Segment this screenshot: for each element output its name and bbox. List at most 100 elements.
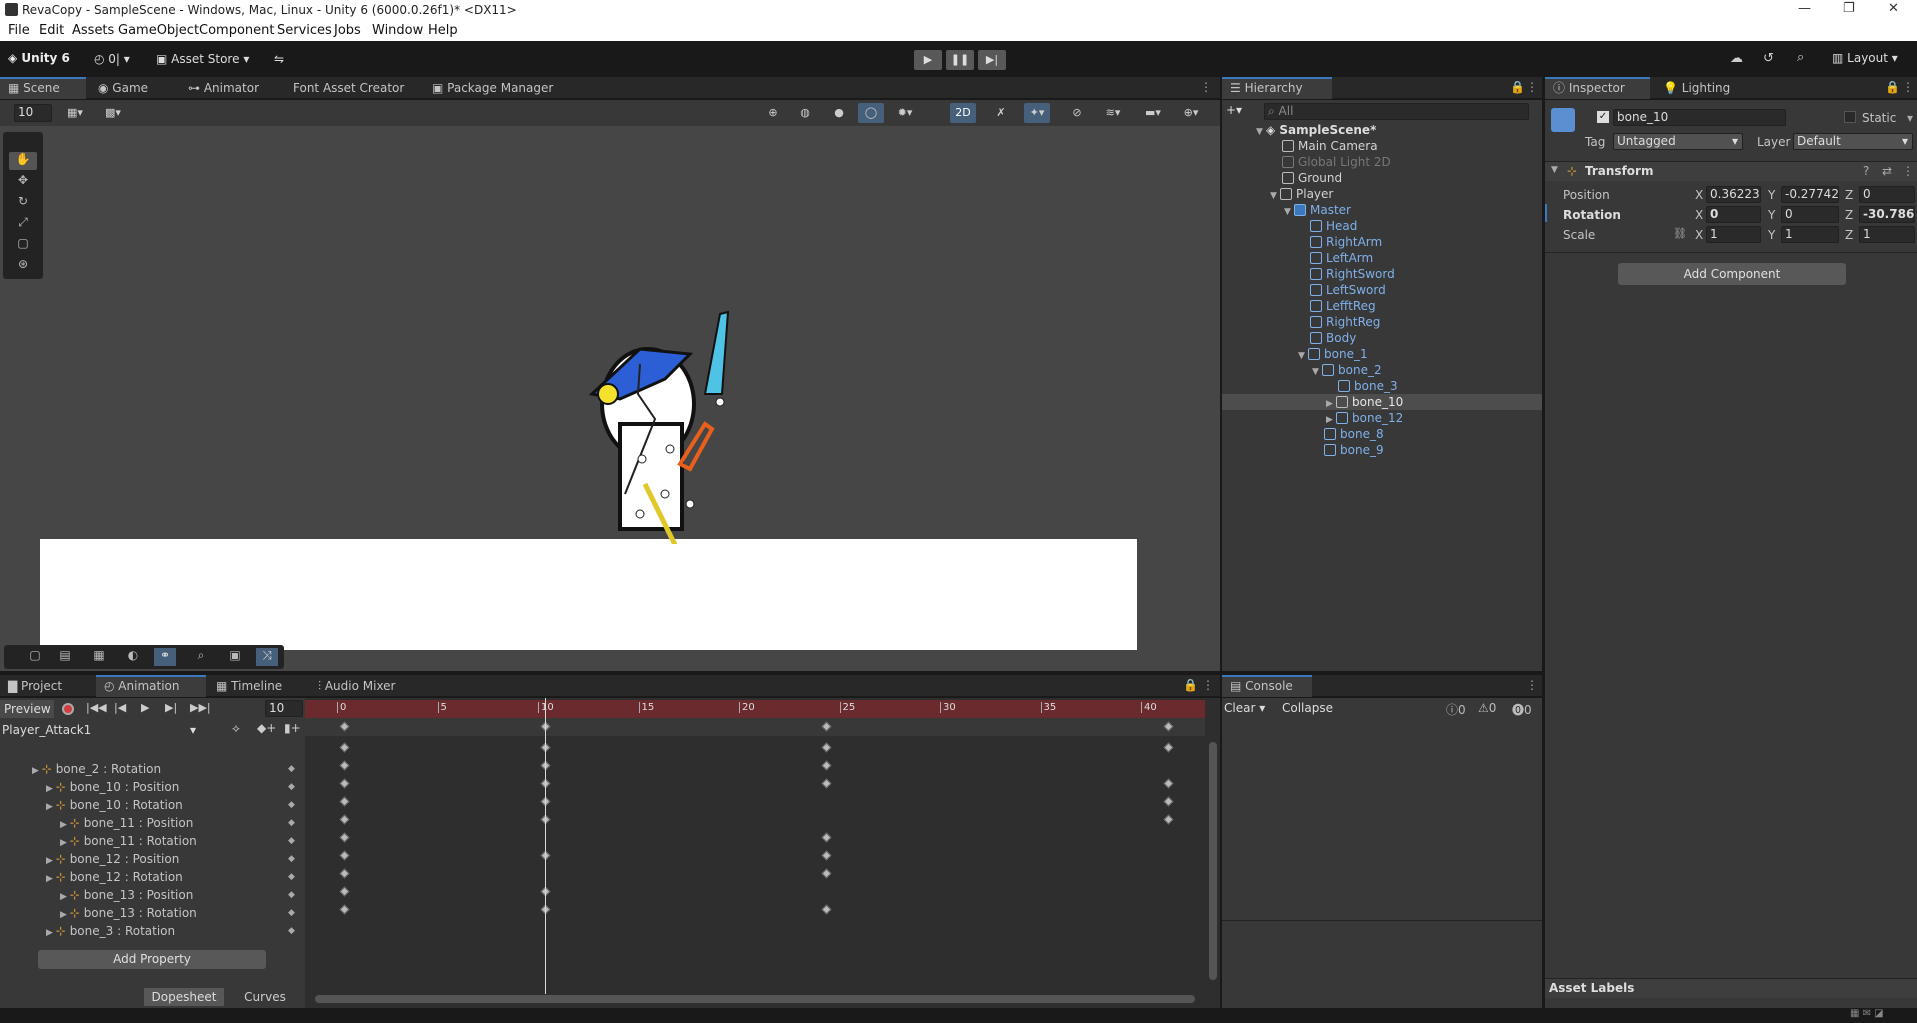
hierarchy-search-input[interactable]: ⌕ All xyxy=(1264,103,1529,120)
grid-visibility-icon[interactable]: ▩▾ xyxy=(100,103,126,123)
keyframe[interactable] xyxy=(339,850,350,861)
menu-jobs[interactable]: Jobs xyxy=(334,23,361,38)
sphere-icon[interactable]: ● xyxy=(826,103,852,123)
expand-arrow-icon[interactable]: ▶ xyxy=(46,874,56,884)
tab-timeline[interactable]: ▦ Timeline xyxy=(208,675,290,697)
property-row[interactable]: ▶ ⊹ bone_13 : Position ◆ xyxy=(0,886,300,904)
position-x-field[interactable]: 0.362233 xyxy=(1706,186,1761,203)
inspector-more-icon[interactable]: ⋮ xyxy=(1902,80,1914,94)
cloud-icon[interactable]: ☁ xyxy=(1730,51,1743,66)
scene-more-icon[interactable]: ⋮ xyxy=(1200,80,1212,94)
dopesheet-button[interactable]: Dopesheet xyxy=(144,988,224,1006)
transform-tool-icon[interactable]: ⊛ xyxy=(9,257,37,275)
add-keyframe-icon[interactable]: ◆+ xyxy=(257,721,276,735)
filter-by-selection-icon[interactable]: ⟡ xyxy=(232,721,240,736)
hierarchy-item[interactable]: ▼ Master xyxy=(1222,202,1542,218)
hierarchy-item[interactable]: Main Camera xyxy=(1222,138,1542,154)
menu-services[interactable]: Services xyxy=(277,23,332,38)
menu-file[interactable]: File xyxy=(8,23,30,38)
hierarchy-item[interactable]: bone_3 xyxy=(1222,378,1542,394)
effects-icon[interactable]: ✦▾ xyxy=(1024,103,1050,123)
next-key-icon[interactable]: ▶| xyxy=(165,701,177,714)
tab-package-manager[interactable]: ▣ Package Manager xyxy=(424,77,561,99)
record-button[interactable] xyxy=(62,703,74,715)
tab-console[interactable]: ▤ Console xyxy=(1222,675,1312,697)
hierarchy-item[interactable]: LeftArm xyxy=(1222,250,1542,266)
tab-animation[interactable]: ◴ Animation xyxy=(96,675,206,697)
grid-size-field[interactable]: 10 xyxy=(14,104,52,122)
keyframe[interactable] xyxy=(339,814,350,825)
expand-arrow-icon[interactable]: ▶ xyxy=(46,856,56,866)
component-more-icon[interactable]: ⋮ xyxy=(1902,164,1914,178)
keyframe[interactable] xyxy=(339,760,350,771)
layers-icon[interactable]: ≋▾ xyxy=(1100,103,1126,123)
close-icon[interactable]: ✕ xyxy=(1888,1,1899,16)
hierarchy-item[interactable]: RightSword xyxy=(1222,266,1542,282)
hierarchy-more-icon[interactable]: ⋮ xyxy=(1526,80,1538,94)
version-control-icon[interactable]: ⇋ xyxy=(268,48,291,70)
asset-labels-bar[interactable]: Asset Labels xyxy=(1545,978,1917,998)
property-row[interactable]: ▶ ⊹ bone_3 : Rotation ◆ xyxy=(0,922,300,940)
summary-keyframe[interactable] xyxy=(1163,721,1174,732)
expand-arrow-icon[interactable]: ▶ xyxy=(60,892,70,902)
play-button[interactable]: ▶ xyxy=(914,50,942,70)
zoom-icon[interactable]: ⌕ xyxy=(190,648,212,666)
maximize-icon[interactable]: ❐ xyxy=(1843,1,1855,16)
console-more-icon[interactable]: ⋮ xyxy=(1526,678,1538,692)
tab-animator[interactable]: ⊶ Animator xyxy=(180,77,267,99)
key-toggle-icon[interactable]: ◆ xyxy=(288,922,295,940)
key-toggle-icon[interactable]: ◆ xyxy=(288,868,295,886)
static-checkbox[interactable] xyxy=(1844,111,1856,123)
expand-arrow-icon[interactable]: ▶ xyxy=(46,802,56,812)
play-animation-icon[interactable]: ▶ xyxy=(141,701,149,714)
keyframe[interactable] xyxy=(339,904,350,915)
circle-icon[interactable]: ◐ xyxy=(122,648,144,666)
scene-root[interactable]: ▼ ◈ SampleScene* xyxy=(1222,122,1542,138)
clear-button[interactable]: Clear ▾ xyxy=(1224,701,1265,715)
keyframe[interactable] xyxy=(339,796,350,807)
status-icons[interactable]: ▦ ✉ ◪ xyxy=(1850,1008,1884,1019)
frame-field[interactable]: 10 xyxy=(265,700,303,717)
scale-tool-icon[interactable]: ⤢ xyxy=(9,215,37,233)
key-toggle-icon[interactable]: ◆ xyxy=(288,814,295,832)
tab-font-asset-creator[interactable]: Font Asset Creator xyxy=(285,77,412,99)
summary-keyframe[interactable] xyxy=(339,721,350,732)
last-key-icon[interactable]: ▶▶| xyxy=(190,701,211,714)
keyframe[interactable] xyxy=(821,850,832,861)
tab-project[interactable]: ▇ Project xyxy=(0,675,70,697)
tag-dropdown[interactable]: Untagged ▾ xyxy=(1613,133,1743,150)
property-row[interactable]: ▶ ⊹ bone_12 : Position ◆ xyxy=(0,850,300,868)
menu-help[interactable]: Help xyxy=(428,23,458,38)
position-z-field[interactable]: 0 xyxy=(1859,186,1915,203)
rect-tool-icon[interactable]: ▢ xyxy=(9,236,37,254)
key-toggle-icon[interactable]: ◆ xyxy=(288,850,295,868)
layout-dropdown[interactable]: ▥ Layout ▾ xyxy=(1832,51,1898,65)
panel-icon[interactable]: ▤ xyxy=(54,648,76,666)
keyframe[interactable] xyxy=(1163,778,1174,789)
keyframe[interactable] xyxy=(339,868,350,879)
tab-game[interactable]: ◉ Game xyxy=(90,77,156,99)
menu-gameobject[interactable]: GameObject xyxy=(118,23,199,38)
clip-dropdown[interactable]: Player_Attack1 ▾ xyxy=(2,721,202,739)
preview-button[interactable]: Preview xyxy=(0,700,54,718)
add-object-icon[interactable]: +▾ xyxy=(1226,103,1242,117)
keyframe[interactable] xyxy=(339,778,350,789)
minimize-icon[interactable]: — xyxy=(1798,1,1811,16)
dopesheet[interactable]: 0 5 10 15 20 25 30 35 40 xyxy=(305,698,1220,1008)
keyframe[interactable] xyxy=(821,760,832,771)
hierarchy-lock-icon[interactable]: 🔒 xyxy=(1510,80,1525,94)
hierarchy-item[interactable]: ▼ bone_1 xyxy=(1222,346,1542,362)
time-ruler[interactable]: 0 5 10 15 20 25 30 35 40 xyxy=(305,700,1205,718)
rotation-y-field[interactable]: 0 xyxy=(1781,206,1839,223)
active-checkbox[interactable]: ✓ xyxy=(1597,111,1609,123)
hierarchy-item[interactable]: ▼ Player xyxy=(1222,186,1542,202)
keyframe[interactable] xyxy=(821,778,832,789)
position-y-field[interactable]: -0.277423 xyxy=(1781,186,1839,203)
tab-scene[interactable]: ▦ Scene xyxy=(0,77,86,99)
keyframe[interactable] xyxy=(821,868,832,879)
shading-icon[interactable]: ◍ xyxy=(792,103,818,123)
expand-arrow-icon[interactable]: ▶ xyxy=(60,820,70,830)
hierarchy-item[interactable]: LeftSword xyxy=(1222,282,1542,298)
shuffle-icon[interactable]: ⤨ xyxy=(256,648,278,666)
hierarchy-item[interactable]: RightArm xyxy=(1222,234,1542,250)
